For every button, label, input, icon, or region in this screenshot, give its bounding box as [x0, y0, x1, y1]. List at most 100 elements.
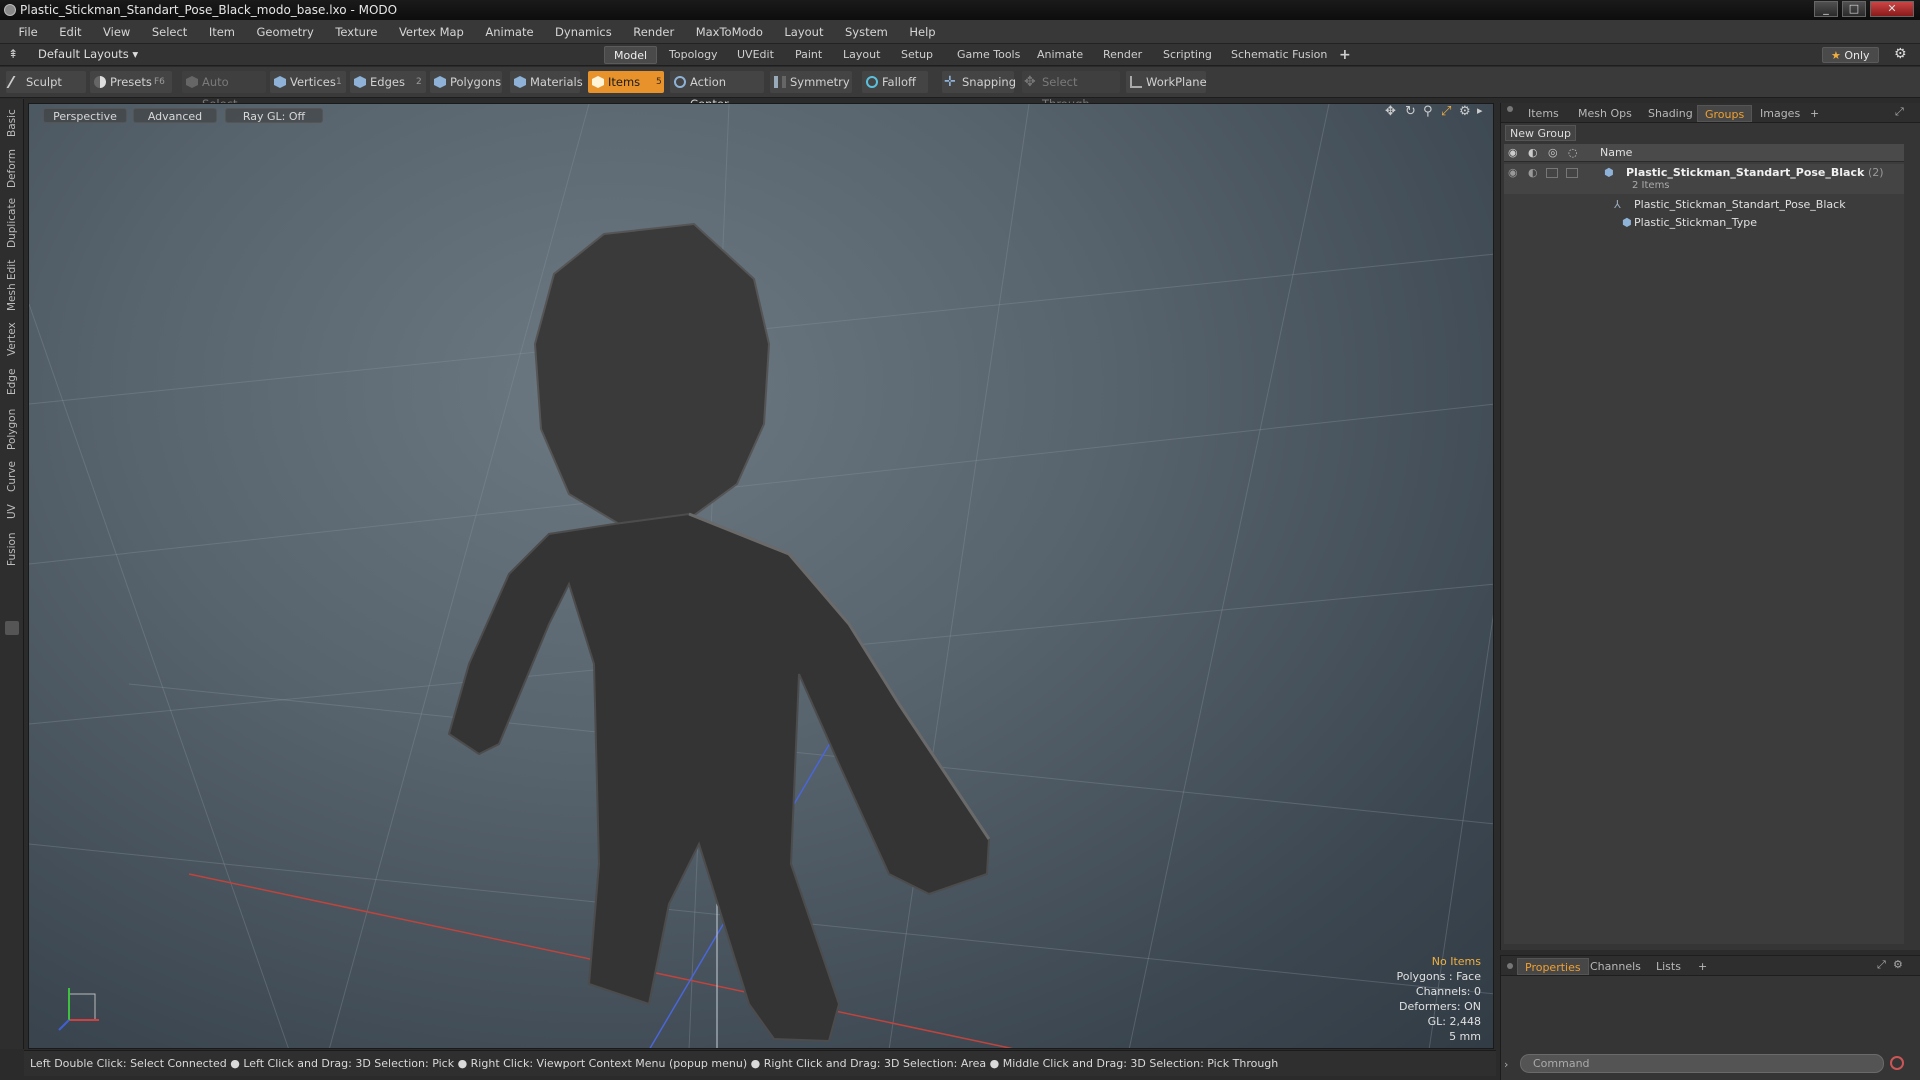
tab-items[interactable]: Items: [1521, 105, 1566, 122]
zoom-icon[interactable]: ⚲: [1423, 104, 1433, 119]
list-item[interactable]: ⅄ Plastic_Stickman_Standart_Pose_Black: [1504, 196, 1904, 214]
fit-icon[interactable]: ⤢: [1441, 104, 1451, 119]
tab-uvedit[interactable]: UVEdit: [728, 46, 783, 64]
select-through-button[interactable]: ✥ Select Through: [1022, 71, 1120, 111]
tab-render[interactable]: Render: [1094, 46, 1151, 64]
vtab-polygon[interactable]: Polygon: [3, 405, 21, 453]
workplane-button[interactable]: WorkPlane: [1126, 71, 1207, 93]
snapping-button[interactable]: ✛ Snapping: [942, 71, 1016, 93]
tab-animate[interactable]: Animate: [1028, 46, 1092, 64]
add-tab-button[interactable]: +: [1330, 46, 1360, 64]
3d-viewport[interactable]: Perspective Advanced Ray GL: Off ✥ ↻ ⚲ ⤢…: [28, 103, 1494, 1049]
tab-groups[interactable]: Groups: [1697, 105, 1753, 122]
expand-icon[interactable]: ⤢: [1877, 958, 1886, 972]
close-button[interactable]: ✕: [1870, 1, 1914, 17]
tab-model[interactable]: Model: [604, 46, 658, 64]
list-item[interactable]: ⬢ Plastic_Stickman_Type: [1504, 214, 1904, 232]
viewport-menu-arrow-icon[interactable]: ▸: [1477, 104, 1483, 117]
symmetry-button[interactable]: Symmetry: [770, 71, 852, 93]
falloff-button[interactable]: Falloff: [862, 71, 928, 93]
layout-preset-dropdown[interactable]: Default Layouts ▾: [38, 47, 138, 61]
gear-icon[interactable]: ⚙: [1894, 46, 1907, 62]
tab-shading[interactable]: Shading: [1641, 105, 1700, 122]
action-center-button[interactable]: Action Center: [670, 71, 764, 111]
menu-texture[interactable]: Texture: [326, 20, 386, 44]
viewport-settings-icon[interactable]: ⚙: [1459, 104, 1471, 119]
menu-item[interactable]: Item: [200, 20, 244, 44]
menu-view[interactable]: View: [94, 20, 139, 44]
vtab-fusion[interactable]: Fusion: [3, 529, 21, 569]
collapse-arrow-icon[interactable]: ⇞: [8, 47, 18, 61]
tab-images[interactable]: Images: [1753, 105, 1807, 122]
polygons-button[interactable]: Polygons: [430, 71, 502, 93]
menu-system[interactable]: System: [836, 20, 897, 44]
vtab-deform[interactable]: Deform: [3, 147, 21, 189]
add-panel-tab-button[interactable]: +: [1803, 105, 1826, 122]
command-input[interactable]: Command: [1520, 1054, 1884, 1073]
polygons-icon: [434, 76, 446, 88]
expand-icon[interactable]: ⤢: [1895, 105, 1904, 119]
render-icon[interactable]: ◐: [1528, 164, 1538, 182]
lock-checkbox[interactable]: [1546, 168, 1558, 178]
tab-channels[interactable]: Channels: [1583, 958, 1648, 975]
menu-geometry[interactable]: Geometry: [248, 20, 323, 44]
tab-mesh-ops[interactable]: Mesh Ops: [1571, 105, 1639, 122]
menu-maxtomodo[interactable]: MaxToModo: [687, 20, 772, 44]
vertices-button[interactable]: Vertices 1: [270, 71, 346, 93]
add-panel-tab-button[interactable]: +: [1691, 958, 1714, 975]
vtab-basic[interactable]: Basic: [3, 105, 21, 141]
pan-icon[interactable]: ✥: [1385, 104, 1396, 119]
panel-toggle-icon[interactable]: [5, 621, 19, 635]
tab-topology[interactable]: Topology: [660, 46, 727, 64]
vtab-mesh-edit[interactable]: Mesh Edit: [3, 257, 21, 313]
only-toggle[interactable]: ★ Only: [1822, 47, 1879, 63]
menu-select[interactable]: Select: [143, 20, 196, 44]
auto-select-button[interactable]: Auto Select: [182, 71, 266, 111]
menu-layout[interactable]: Layout: [775, 20, 832, 44]
presets-button[interactable]: Presets F6: [90, 71, 172, 93]
menu-dynamics[interactable]: Dynamics: [546, 20, 621, 44]
record-icon[interactable]: [1890, 1056, 1904, 1070]
group-subtitle: 2 Items: [1632, 180, 1670, 191]
materials-icon: [514, 76, 526, 88]
axis-gizmo: [58, 988, 99, 1031]
vtab-edge[interactable]: Edge: [3, 365, 21, 399]
menu-vertex-map[interactable]: Vertex Map: [390, 20, 473, 44]
shading-advanced-dropdown[interactable]: Advanced: [133, 108, 217, 123]
menu-render[interactable]: Render: [624, 20, 683, 44]
new-group-button[interactable]: New Group: [1505, 125, 1576, 141]
rotate-icon[interactable]: ↻: [1405, 104, 1416, 119]
tab-schematic-fusion[interactable]: Schematic Fusion: [1222, 46, 1336, 64]
menu-help[interactable]: Help: [900, 20, 944, 44]
group-row[interactable]: ◉ ◐ ⬢ Plastic_Stickman_Standart_Pose_Bla…: [1504, 164, 1904, 194]
viewport-scene: [29, 104, 1493, 1048]
tab-paint[interactable]: Paint: [786, 46, 831, 64]
child-name: Plastic_Stickman_Type: [1634, 216, 1758, 229]
view-perspective-dropdown[interactable]: Perspective: [43, 108, 127, 123]
raygl-toggle[interactable]: Ray GL: Off: [225, 108, 323, 123]
maximize-button[interactable]: □: [1842, 1, 1866, 17]
panel-tabbar: Items Mesh Ops Shading Groups Images + ⤢: [1501, 103, 1920, 123]
vtab-uv[interactable]: UV: [3, 501, 21, 523]
vtab-duplicate[interactable]: Duplicate: [3, 195, 21, 251]
settings-icon[interactable]: ⚙: [1893, 958, 1903, 971]
edges-button[interactable]: Edges 2: [350, 71, 426, 93]
minimize-button[interactable]: _: [1814, 1, 1838, 17]
tab-game-tools[interactable]: Game Tools: [948, 46, 1029, 64]
eye-icon[interactable]: ◉: [1508, 164, 1518, 182]
group-icon: ⬢: [1604, 166, 1614, 179]
menu-animate[interactable]: Animate: [476, 20, 542, 44]
materials-button[interactable]: Materials: [510, 71, 583, 93]
menu-file[interactable]: File: [10, 20, 47, 44]
tab-layout[interactable]: Layout: [834, 46, 889, 64]
select-checkbox[interactable]: [1566, 168, 1578, 178]
vtab-curve[interactable]: Curve: [3, 459, 21, 495]
menu-edit[interactable]: Edit: [50, 20, 90, 44]
tab-lists[interactable]: Lists: [1649, 958, 1688, 975]
vtab-vertex[interactable]: Vertex: [3, 319, 21, 359]
tab-setup[interactable]: Setup: [892, 46, 942, 64]
tab-scripting[interactable]: Scripting: [1154, 46, 1221, 64]
tab-properties[interactable]: Properties: [1517, 958, 1589, 975]
sculpt-button[interactable]: Sculpt: [6, 71, 86, 93]
items-button[interactable]: Items 5: [588, 71, 664, 93]
